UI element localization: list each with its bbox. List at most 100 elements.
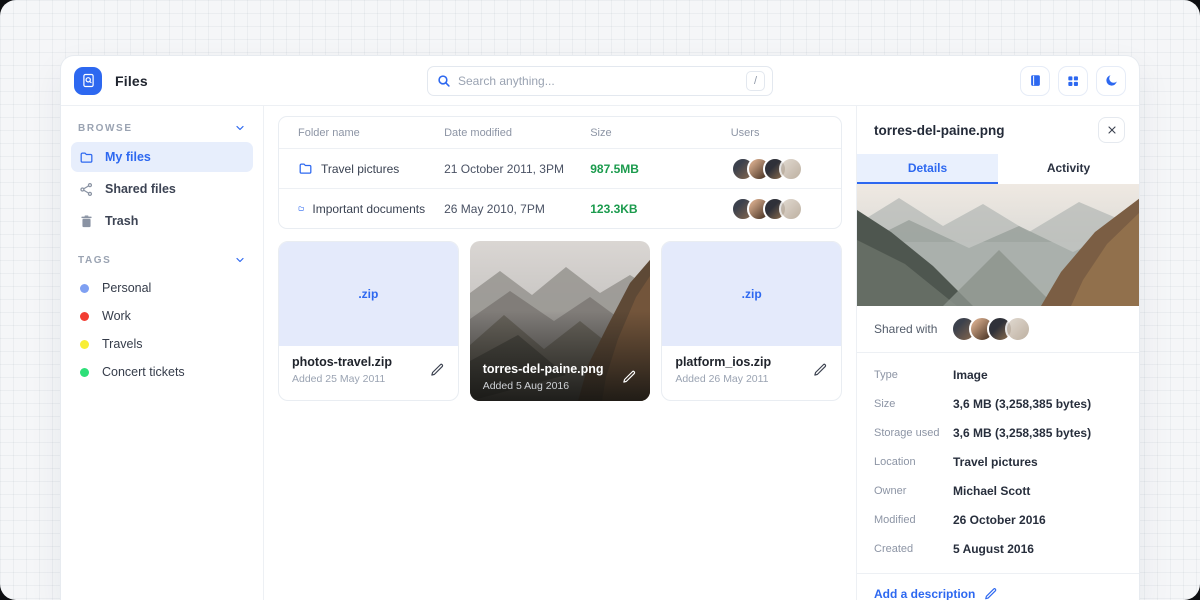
tag-work[interactable]: Work	[71, 302, 253, 330]
date-modified: 26 May 2010, 7PM	[444, 202, 545, 216]
tab-activity[interactable]: Activity	[998, 154, 1139, 184]
panel-file-title: torres-del-paine.png	[874, 123, 1005, 138]
close-panel-button[interactable]	[1098, 117, 1125, 143]
detail-row-created: Created 5 August 2016	[874, 534, 1122, 563]
file-card-platform-ios[interactable]: .zip platform_ios.zip Added 26 May 2011	[661, 241, 842, 401]
search-input[interactable]	[458, 74, 746, 88]
detail-row-storage-used: Storage used 3,6 MB (3,258,385 bytes)	[874, 418, 1122, 447]
user-avatars	[731, 197, 803, 221]
book-icon	[1028, 73, 1043, 88]
folder-name: Important documents	[312, 202, 425, 216]
column-header: Users	[712, 127, 841, 139]
column-header: Folder name	[279, 127, 425, 139]
folders-table: Folder name Date modified Size Users Tra…	[278, 116, 842, 229]
sidebar-item-trash[interactable]: Trash	[71, 206, 253, 236]
top-actions	[1020, 66, 1126, 96]
file-name: torres-del-paine.png	[483, 362, 638, 376]
file-added-date: Added 26 May 2011	[675, 373, 828, 385]
detail-value: 26 October 2016	[953, 513, 1046, 527]
detail-label: Created	[874, 543, 953, 555]
avatar	[779, 157, 803, 181]
sidebar-item-label: Trash	[105, 214, 138, 228]
edit-pencil-icon	[984, 587, 998, 600]
zip-preview: .zip	[279, 242, 458, 346]
zip-extension-label: .zip	[742, 287, 762, 301]
tags-section-label: TAGS	[78, 255, 111, 266]
edit-pencil-icon[interactable]	[622, 370, 637, 385]
detail-value: 5 August 2016	[953, 542, 1034, 556]
grid-view-button[interactable]	[1058, 66, 1088, 96]
tag-label: Work	[102, 309, 131, 323]
column-header: Date modified	[425, 127, 571, 139]
browse-section-label: BROWSE	[78, 123, 133, 134]
book-button[interactable]	[1020, 66, 1050, 96]
details-panel: torres-del-paine.png Details Activity	[856, 106, 1139, 600]
add-description-button[interactable]: Add a description	[857, 574, 1139, 600]
sidebar-item-shared-files[interactable]: Shared files	[71, 174, 253, 204]
file-card-photos-travel[interactable]: .zip photos-travel.zip Added 25 May 2011	[278, 241, 459, 401]
add-description-label: Add a description	[874, 587, 975, 600]
file-name: platform_ios.zip	[675, 355, 828, 369]
detail-row-modified: Modified 26 October 2016	[874, 505, 1122, 534]
tag-color-dot	[80, 340, 89, 349]
tag-travels[interactable]: Travels	[71, 330, 253, 358]
detail-label: Location	[874, 456, 953, 468]
folder-name: Travel pictures	[321, 162, 399, 176]
tag-personal[interactable]: Personal	[71, 274, 253, 302]
tag-concert-tickets[interactable]: Concert tickets	[71, 358, 253, 386]
tag-label: Personal	[102, 281, 151, 295]
search-bar[interactable]: /	[427, 66, 773, 96]
sidebar-item-my-files[interactable]: My files	[71, 142, 253, 172]
shared-avatars	[951, 316, 1031, 342]
file-cards: .zip photos-travel.zip Added 25 May 2011	[278, 241, 842, 401]
detail-label: Owner	[874, 485, 953, 497]
trash-icon	[79, 214, 94, 229]
detail-value: Image	[953, 368, 988, 382]
edit-pencil-icon[interactable]	[813, 363, 828, 378]
detail-value: 3,6 MB (3,258,385 bytes)	[953, 426, 1091, 440]
tag-color-dot	[80, 284, 89, 293]
edit-pencil-icon[interactable]	[430, 363, 445, 378]
table-header-row: Folder name Date modified Size Users	[279, 117, 841, 148]
table-row[interactable]: Important documents 26 May 2010, 7PM 123…	[279, 188, 841, 228]
main-content: Folder name Date modified Size Users Tra…	[264, 106, 856, 600]
detail-label: Size	[874, 398, 953, 410]
share-icon	[79, 182, 94, 197]
tag-label: Concert tickets	[102, 365, 185, 379]
tag-label: Travels	[102, 337, 143, 351]
sidebar-item-label: Shared files	[105, 182, 176, 196]
date-modified: 21 October 2011, 3PM	[444, 162, 564, 176]
avatar	[779, 197, 803, 221]
sidebar: BROWSE My files Shared files	[61, 106, 264, 600]
file-details-list: Type Image Size 3,6 MB (3,258,385 bytes)…	[857, 353, 1139, 574]
search-icon	[437, 74, 451, 88]
folder-size: 987.5MB	[590, 162, 639, 176]
detail-row-size: Size 3,6 MB (3,258,385 bytes)	[874, 389, 1122, 418]
files-app-window: Files /	[60, 55, 1140, 600]
app-title: Files	[115, 73, 148, 89]
search-shortcut-key: /	[746, 71, 765, 91]
panel-tabs: Details Activity	[857, 154, 1139, 184]
detail-label: Modified	[874, 514, 953, 526]
chevron-down-icon[interactable]	[234, 122, 246, 134]
folder-icon	[79, 150, 94, 165]
detail-row-location: Location Travel pictures	[874, 447, 1122, 476]
tag-color-dot	[80, 312, 89, 321]
user-avatars	[731, 157, 803, 181]
tag-color-dot	[80, 368, 89, 377]
detail-label: Type	[874, 369, 953, 381]
tab-details[interactable]: Details	[857, 154, 998, 184]
page-background: Files /	[0, 0, 1200, 600]
sidebar-item-label: My files	[105, 150, 151, 164]
detail-value: Michael Scott	[953, 484, 1030, 498]
file-card-torres-del-paine[interactable]: torres-del-paine.png Added 5 Aug 2016	[470, 241, 651, 401]
dark-mode-button[interactable]	[1096, 66, 1126, 96]
zip-preview: .zip	[662, 242, 841, 346]
detail-row-owner: Owner Michael Scott	[874, 476, 1122, 505]
detail-row-type: Type Image	[874, 360, 1122, 389]
folder-icon	[298, 201, 304, 216]
chevron-down-icon[interactable]	[234, 254, 246, 266]
table-row[interactable]: Travel pictures 21 October 2011, 3PM 987…	[279, 148, 841, 188]
detail-label: Storage used	[874, 427, 953, 439]
file-added-date: Added 25 May 2011	[292, 373, 445, 385]
